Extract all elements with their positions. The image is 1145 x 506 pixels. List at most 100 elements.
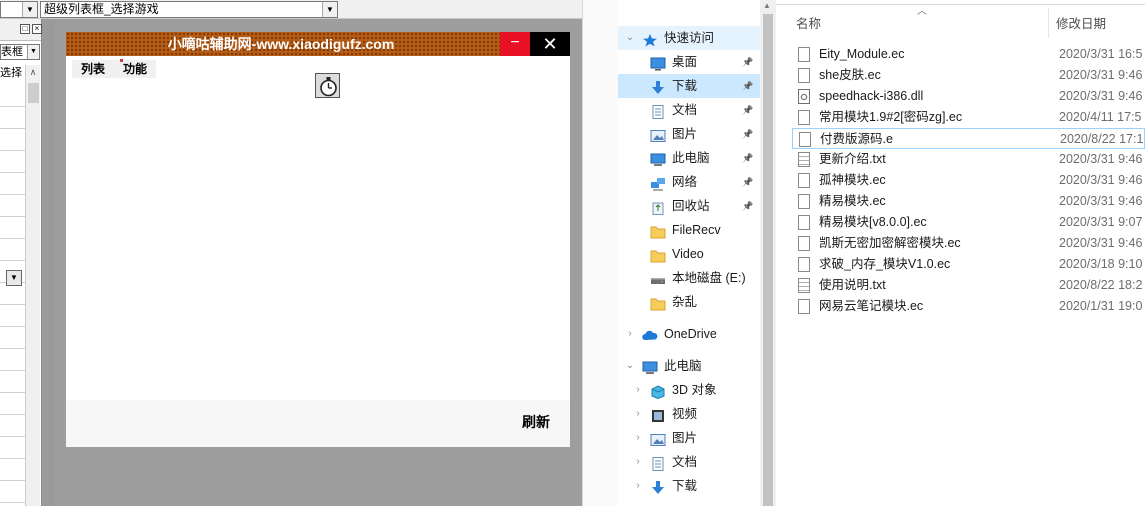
file-row[interactable]: 使用说明.txt 2020/8/22 18:2 (792, 275, 1145, 296)
nav-item-label: 下载 (672, 479, 698, 493)
chevron-down-icon[interactable]: ▼ (322, 2, 337, 17)
nav-item[interactable]: › 3D 对象 (618, 378, 760, 402)
file-row[interactable]: she皮肤.ec 2020/3/31 9:46 (792, 65, 1145, 86)
download-icon (650, 479, 666, 494)
file-row[interactable]: 孤神模块.ec 2020/3/31 9:46 (792, 170, 1145, 191)
property-name-cell: 选择 (0, 66, 26, 82)
picture-icon (650, 431, 666, 446)
nav-item[interactable]: 文档 📌 (618, 98, 760, 122)
chevron-down-icon[interactable]: ⌄ (625, 26, 635, 50)
file-row[interactable]: 精易模块.ec 2020/3/31 9:46 (792, 191, 1145, 212)
event-combo[interactable]: 超级列表框_选择游戏 ▼ (40, 1, 338, 18)
nav-item[interactable]: ⌄ 此电脑 (618, 354, 760, 378)
file-icon (799, 132, 811, 147)
cloud-icon (642, 327, 658, 341)
nav-item[interactable]: 杂乱 (618, 290, 760, 314)
close-icon[interactable]: × (32, 24, 42, 34)
file-name: 精易模块.ec (819, 194, 886, 208)
network-icon (650, 175, 666, 191)
close-button[interactable]: ✕ (530, 32, 570, 56)
file-row[interactable]: 凯斯无密加密解密模块.ec 2020/3/31 9:46 (792, 233, 1145, 254)
document-icon (650, 103, 666, 119)
nav-item[interactable]: 本地磁盘 (E:) (618, 266, 760, 290)
file-row[interactable]: 更新介绍.txt 2020/3/31 9:46 (792, 149, 1145, 170)
nav-item[interactable]: Video (618, 242, 760, 266)
chevron-right-icon[interactable]: › (633, 378, 643, 402)
file-row[interactable]: 网易云笔记模块.ec 2020/1/31 19:0 (792, 296, 1145, 317)
file-name: 更新介绍.txt (819, 152, 886, 166)
nav-item[interactable]: 下载 📌 (618, 74, 760, 98)
restore-icon[interactable]: □ (20, 24, 30, 34)
file-date: 2020/8/22 17:1 (1060, 132, 1144, 146)
tab-list[interactable]: 列表 (72, 60, 114, 78)
chevron-right-icon[interactable]: › (625, 322, 635, 346)
chevron-right-icon[interactable]: › (633, 426, 643, 450)
pin-icon[interactable]: 📌 (742, 50, 753, 74)
nav-item[interactable]: ⌄ 快速访问 (618, 26, 760, 50)
pin-icon[interactable]: 📌 (742, 170, 753, 194)
object-combo[interactable]: ▼ (0, 1, 38, 18)
designed-window[interactable]: 小嘀咕辅助网-www.xiaodigufz.com − ✕ 列表 功能 刷新 (66, 32, 570, 447)
pin-icon[interactable]: 📌 (742, 122, 753, 146)
nav-item[interactable]: FileRecv (618, 218, 760, 242)
nav-item[interactable]: › 下载 (618, 474, 760, 498)
file-icon (798, 194, 810, 209)
chevron-down-icon[interactable]: ▼ (27, 45, 39, 59)
nav-item[interactable]: 桌面 📌 (618, 50, 760, 74)
ide-right-strip (582, 0, 618, 506)
nav-item[interactable]: 网络 📌 (618, 170, 760, 194)
nav-item[interactable]: › 视频 (618, 402, 760, 426)
component-combo[interactable]: 表框 ▼ (0, 44, 40, 60)
file-row[interactable]: speedhack-i386.dll 2020/3/31 9:46 (792, 86, 1145, 107)
column-separator[interactable] (1048, 8, 1049, 38)
recycle-bin-icon (650, 199, 666, 215)
column-header-modified[interactable]: 修改日期 (1056, 5, 1106, 43)
chevron-right-icon[interactable]: › (633, 402, 643, 426)
chevron-right-icon[interactable]: › (633, 474, 643, 498)
nav-item[interactable]: 图片 📌 (618, 122, 760, 146)
refresh-button[interactable]: 刷新 (522, 412, 550, 432)
property-scrollbar[interactable]: ∧ (25, 65, 40, 506)
nav-item[interactable]: 此电脑 📌 (618, 146, 760, 170)
file-date: 2020/3/31 9:46 (1059, 89, 1143, 103)
pin-icon[interactable]: 📌 (742, 194, 753, 218)
chevron-up-icon[interactable]: ▲ (763, 1, 771, 10)
pin-icon[interactable]: 📌 (742, 98, 753, 122)
property-grid[interactable] (0, 85, 25, 506)
pin-icon[interactable]: 📌 (742, 74, 753, 98)
text-file-icon (798, 278, 810, 293)
scrollbar-thumb[interactable] (28, 83, 39, 103)
chevron-down-icon[interactable]: ▼ (6, 270, 22, 286)
scrollbar-thumb[interactable] (763, 14, 773, 506)
column-header-name[interactable]: 名称 (796, 5, 821, 43)
selection-marker (120, 59, 123, 62)
nav-item[interactable]: › 图片 (618, 426, 760, 450)
desktop-icon (650, 55, 666, 71)
minimize-button[interactable]: − (500, 32, 530, 56)
tab-function[interactable]: 功能 (114, 60, 156, 78)
nav-item[interactable]: › OneDrive (618, 322, 760, 346)
chevron-down-icon[interactable]: ⌄ (625, 354, 635, 378)
pin-icon[interactable]: 📌 (742, 146, 753, 170)
file-row[interactable]: Eity_Module.ec 2020/3/31 16:5 (792, 44, 1145, 65)
nav-item[interactable]: › 文档 (618, 450, 760, 474)
3d-objects-icon (650, 383, 666, 400)
close-icon: ✕ (542, 34, 558, 54)
property-name-text: 选择 (0, 67, 22, 79)
window-titlebar[interactable]: 小嘀咕辅助网-www.xiaodigufz.com − ✕ (66, 32, 570, 56)
chevron-right-icon[interactable]: › (633, 450, 643, 474)
window-title: 小嘀咕辅助网-www.xiaodigufz.com (167, 36, 395, 52)
text-file-icon (798, 152, 810, 167)
computer-icon (650, 151, 666, 166)
timer-icon[interactable] (315, 73, 340, 98)
file-row[interactable]: 精易模块[v8.0.0].ec 2020/3/31 9:07 (792, 212, 1145, 233)
file-date: 2020/3/31 9:46 (1059, 194, 1143, 208)
navigation-scrollbar[interactable]: ▲ (760, 0, 776, 506)
file-row[interactable]: 付费版源码.e 2020/8/22 17:1 (792, 128, 1145, 149)
chevron-up-icon[interactable]: ∧ (26, 67, 40, 78)
file-icon (798, 299, 810, 314)
file-row[interactable]: 求破_内存_模块V1.0.ec 2020/3/18 9:10 (792, 254, 1145, 275)
nav-item[interactable]: 回收站 📌 (618, 194, 760, 218)
file-row[interactable]: 常用模块1.9#2[密码zg].ec 2020/4/11 17:5 (792, 107, 1145, 128)
chevron-down-icon[interactable]: ▼ (22, 2, 37, 17)
